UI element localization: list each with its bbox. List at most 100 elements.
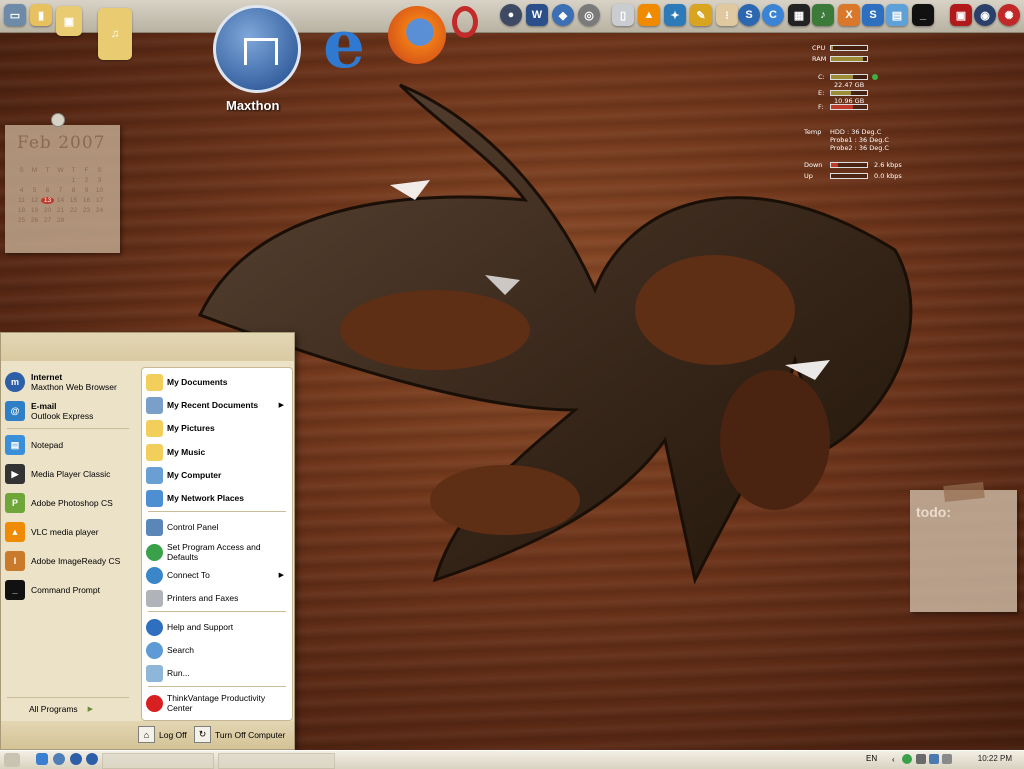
menu-program-access[interactable]: Set Program Access and Defaults [146, 540, 290, 564]
recent-command-prompt[interactable]: _ Command Prompt [5, 577, 135, 603]
calendar-day: 17 [95, 197, 104, 204]
power-icon: ↻ [194, 726, 211, 743]
recent-imageready[interactable]: I Adobe ImageReady CS [5, 548, 135, 574]
chevron-left-icon[interactable]: ‹ [892, 755, 895, 764]
opera-icon[interactable] [452, 6, 478, 38]
log-off-button[interactable]: ⌂ Log Off [138, 726, 187, 743]
notepad-icon: ▤ [5, 435, 25, 455]
weekday-label: T [71, 167, 76, 174]
menu-run[interactable]: Run... [146, 663, 290, 683]
calendar-day: 26 [30, 217, 39, 224]
calendar-day: 6 [45, 187, 50, 194]
recent-photoshop-label: Adobe Photoshop CS [31, 498, 113, 508]
menu-thinkvantage[interactable]: ThinkVantage Productivity Center [146, 690, 290, 716]
control-panel-icon [146, 518, 163, 536]
recent-media-player-classic[interactable]: ▶ Media Player Classic [5, 461, 135, 487]
music-folder-icon[interactable]: ♫ [98, 8, 132, 60]
menu-search[interactable]: Search [146, 640, 290, 660]
clock[interactable]: 10:22 PM [978, 754, 1012, 763]
calendar-day [67, 217, 80, 224]
folder-icon [146, 419, 163, 437]
calendar-day: 19 [30, 207, 39, 214]
mixer-icon[interactable]: ♪ [812, 4, 834, 26]
files-icon[interactable]: ▤ [886, 4, 908, 26]
laptop-icon[interactable]: ▭ [4, 4, 26, 26]
shield-app-icon[interactable]: ◆ [552, 4, 574, 26]
remote-icon[interactable]: ▯ [612, 4, 634, 26]
menu-help-and-support[interactable]: Help and Support [146, 617, 290, 637]
menu-my-pictures[interactable]: My Pictures [146, 418, 290, 438]
globe-app-icon[interactable]: ◎ [578, 4, 600, 26]
turn-off-computer-button[interactable]: ↻ Turn Off Computer [194, 726, 285, 743]
orb-icon[interactable]: ◉ [974, 4, 996, 26]
xm-icon[interactable]: X [838, 4, 860, 26]
recent-vlc-label: VLC media player [31, 527, 99, 537]
tray-network-icon[interactable] [902, 754, 912, 764]
menu-my-recent-documents-label: My Recent Documents [167, 400, 259, 410]
start-button[interactable] [4, 753, 20, 767]
skype-like-icon[interactable]: S [862, 4, 884, 26]
quicklaunch-maxthon-icon[interactable] [70, 753, 82, 765]
tray-app-icon[interactable] [916, 754, 926, 764]
calendar-day [54, 177, 67, 184]
cube-icon[interactable]: ▣ [950, 4, 972, 26]
menu-connect-to[interactable]: Connect To ▶ [146, 565, 290, 585]
vlc-icon[interactable]: ▲ [638, 4, 660, 26]
puzzle-icon[interactable]: ▦ [788, 4, 810, 26]
right-separator [148, 611, 286, 612]
warcraft-icon[interactable]: W [526, 4, 548, 26]
internet-explorer-icon[interactable]: e [306, 5, 382, 83]
language-indicator[interactable]: EN [866, 754, 877, 763]
firefox-icon[interactable] [388, 6, 446, 64]
help-icon [146, 618, 163, 636]
drive-c-row: C: [818, 73, 878, 81]
volume-icon[interactable] [942, 754, 952, 764]
calendar-day [28, 177, 41, 184]
pushpin-icon [51, 113, 65, 127]
recent-vlc[interactable]: ▲ VLC media player [5, 519, 135, 545]
menu-my-network-places[interactable]: My Network Places [146, 488, 290, 508]
menu-my-computer[interactable]: My Computer [146, 465, 290, 485]
paint-app-icon[interactable]: ✎ [690, 4, 712, 26]
cpu-label: CPU [812, 44, 826, 52]
down-label: Down [804, 161, 823, 169]
s-app-icon[interactable]: S [738, 4, 760, 26]
menu-my-music[interactable]: My Music [146, 442, 290, 462]
recent-notepad[interactable]: ▤ Notepad [5, 432, 135, 458]
pinned-internet-title: Internet [31, 372, 63, 382]
taskbar-button[interactable] [218, 753, 335, 769]
drive-e-label: E: [818, 89, 825, 97]
recent-imageready-label: Adobe ImageReady CS [31, 556, 121, 566]
menu-control-panel-label: Control Panel [167, 522, 219, 532]
quicklaunch-ie-icon[interactable] [36, 753, 48, 765]
menu-connect-to-label: Connect To [167, 570, 210, 580]
taskbar-button[interactable] [102, 753, 214, 769]
tray-monitor-icon[interactable] [929, 754, 939, 764]
menu-my-recent-documents[interactable]: My Recent Documents ▶ [146, 395, 290, 415]
command-prompt-dock-icon[interactable]: _ [912, 4, 934, 26]
program-access-icon [146, 543, 163, 561]
recent-photoshop[interactable]: P Adobe Photoshop CS [5, 490, 135, 516]
c-app-icon[interactable]: C [762, 4, 784, 26]
pictures-folder-icon[interactable]: ▣ [56, 6, 82, 36]
all-programs-label: All Programs [29, 704, 78, 714]
brushes-icon[interactable]: ⁝ [716, 4, 738, 26]
all-programs-button[interactable]: All Programs ▶ [29, 704, 93, 714]
tape-strip [943, 481, 985, 503]
folder-icon[interactable]: ▮ [30, 4, 52, 26]
menu-my-documents[interactable]: My Documents [146, 372, 290, 392]
start-menu-left-pane: m Internet Maxthon Web Browser @ E-mail Ou… [1, 361, 139, 719]
maxthon-icon[interactable] [213, 5, 301, 93]
menu-control-panel[interactable]: Control Panel [146, 517, 290, 537]
pinned-email[interactable]: @ E-mail Outlook Express [5, 398, 135, 424]
game-icon[interactable]: ● [500, 4, 522, 26]
spiral-icon[interactable]: ✺ [998, 4, 1020, 26]
quicklaunch-media-icon[interactable] [53, 753, 65, 765]
down-row: Down 2.6 kbps [804, 161, 902, 169]
photoshop-icon: P [5, 493, 25, 513]
quicklaunch-app-icon[interactable] [86, 753, 98, 765]
bird-app-icon[interactable]: ✦ [664, 4, 686, 26]
menu-printers-and-faxes[interactable]: Printers and Faxes [146, 588, 290, 608]
pinned-internet[interactable]: m Internet Maxthon Web Browser [5, 369, 135, 395]
cpu-fill [831, 46, 833, 50]
